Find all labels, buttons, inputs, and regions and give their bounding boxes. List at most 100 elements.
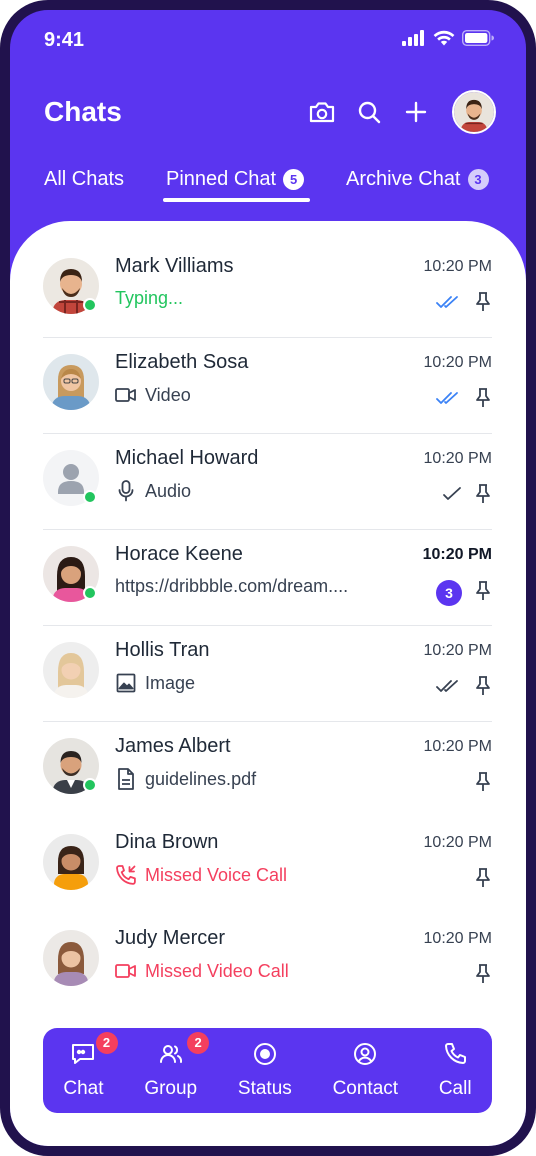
status-icon (253, 1042, 277, 1072)
row-status (436, 388, 492, 413)
contact-name: Dina Brown (115, 831, 219, 853)
message-text: Missed Voice Call (145, 864, 288, 885)
pin-icon[interactable] (474, 868, 492, 893)
message-time: 10:20 PM (422, 546, 492, 563)
chat-row[interactable]: James Albert 10:20 PM guidelines.pdf (43, 722, 492, 818)
row-status (474, 868, 492, 893)
pin-icon[interactable] (474, 676, 492, 701)
chat-row[interactable]: Elizabeth Sosa 10:20 PM Video (43, 338, 492, 434)
message-text: Typing... (115, 288, 184, 308)
avatar (43, 930, 99, 986)
double-check-icon (436, 390, 462, 411)
chat-row[interactable]: Michael Howard 10:20 PM Audio (43, 434, 492, 530)
row-status (442, 484, 492, 509)
missed-video-icon (115, 960, 137, 982)
check-icon (442, 486, 462, 507)
avatar (43, 642, 99, 698)
header-actions (309, 90, 496, 134)
contact-name: Horace Keene (115, 543, 243, 565)
chat-row[interactable]: Horace Keene 10:20 PM https://dribbble.c… (43, 530, 492, 626)
chat-icon (70, 1042, 96, 1072)
bottom-nav: 2 Chat 2 Group Status Contact Call (43, 1028, 492, 1113)
contact-name: Elizabeth Sosa (115, 351, 249, 373)
online-indicator (83, 490, 97, 504)
signal-icon (402, 30, 426, 51)
double-check-icon (436, 294, 462, 315)
tab-label: All Chats (44, 168, 125, 190)
message-time: 10:20 PM (423, 450, 492, 467)
chat-row[interactable]: Mark Villiams 10:20 PM Typing... (43, 242, 492, 338)
message-preview: https://dribbble.com/dream.... (115, 576, 415, 597)
profile-avatar[interactable] (452, 90, 496, 134)
message-preview: Audio (115, 480, 415, 502)
tab-count-badge: 5 (283, 169, 305, 190)
document-icon (115, 768, 137, 790)
message-preview: Missed Voice Call (115, 864, 415, 886)
nav-label: Contact (332, 1077, 399, 1099)
message-text: guidelines.pdf (145, 768, 257, 789)
chat-row[interactable]: Dina Brown 10:20 PM Missed Voice Call (43, 818, 492, 914)
message-time: 10:20 PM (423, 834, 492, 851)
row-status (436, 292, 492, 317)
tab-label: Pinned Chat (166, 168, 277, 190)
nav-label: Group (144, 1077, 198, 1099)
double-check-icon (436, 678, 462, 699)
battery-icon (461, 29, 494, 51)
nav-status[interactable]: Status (238, 1042, 292, 1100)
message-time: 10:20 PM (423, 642, 492, 659)
wifi-icon (433, 30, 455, 51)
contact-icon (353, 1042, 377, 1072)
unread-count-badge: 3 (436, 580, 462, 606)
pin-icon[interactable] (474, 292, 492, 317)
device-frame: 9:41 Chats All Chats Pinned Chat 5 Archi… (0, 0, 536, 1156)
online-indicator (83, 298, 97, 312)
app-screen: 9:41 Chats All Chats Pinned Chat 5 Archi… (10, 10, 526, 1146)
tab-pinned-chat[interactable]: Pinned Chat 5 (166, 168, 305, 191)
pin-icon[interactable] (474, 772, 492, 797)
row-status (474, 772, 492, 797)
nav-chat[interactable]: 2 Chat (63, 1031, 118, 1100)
nav-badge: 2 (187, 1031, 210, 1054)
chat-row[interactable]: Hollis Tran 10:20 PM Image (43, 626, 492, 722)
status-icons (402, 29, 494, 51)
page-title: Chats (44, 96, 122, 127)
chat-list-panel: Mark Villiams 10:20 PM Typing... Elizabe… (10, 221, 526, 1146)
pin-icon[interactable] (474, 388, 492, 413)
tab-archive-chat[interactable]: Archive Chat 3 (346, 168, 489, 191)
pin-icon[interactable] (474, 964, 492, 989)
tab-count-badge: 3 (467, 169, 489, 190)
message-time: 10:20 PM (423, 930, 492, 947)
message-preview: Video (115, 384, 415, 406)
contact-name: Mark Villiams (115, 255, 234, 277)
search-icon[interactable] (356, 99, 382, 125)
add-icon[interactable] (403, 99, 429, 125)
message-text: Audio (145, 480, 192, 501)
message-preview: Typing... (115, 288, 415, 309)
call-icon (443, 1042, 467, 1072)
nav-contact[interactable]: Contact (333, 1042, 398, 1100)
pin-icon[interactable] (474, 484, 492, 509)
message-text: Video (145, 384, 191, 405)
nav-call[interactable]: Call (439, 1042, 472, 1100)
missed-call-icon (115, 864, 137, 886)
message-time: 10:20 PM (423, 258, 492, 275)
tab-all-chats[interactable]: All Chats (44, 168, 124, 191)
avatar (43, 834, 99, 890)
active-tab-indicator (163, 198, 310, 202)
nav-label: Chat (63, 1077, 104, 1099)
message-time: 10:20 PM (423, 354, 492, 371)
nav-group[interactable]: 2 Group (144, 1031, 210, 1100)
row-status: 3 (436, 580, 492, 606)
nav-badge: 2 (95, 1031, 118, 1054)
contact-name: Michael Howard (115, 447, 259, 469)
message-time: 10:20 PM (423, 738, 492, 755)
chat-row[interactable]: Judy Mercer 10:20 PM Missed Video Call (43, 914, 492, 1010)
microphone-icon (115, 480, 137, 502)
avatar (43, 354, 99, 410)
row-status (436, 676, 492, 701)
online-indicator (83, 586, 97, 600)
message-preview: guidelines.pdf (115, 768, 415, 790)
camera-icon[interactable] (309, 99, 335, 125)
tab-label: Archive Chat (346, 168, 461, 190)
pin-icon[interactable] (474, 580, 492, 606)
